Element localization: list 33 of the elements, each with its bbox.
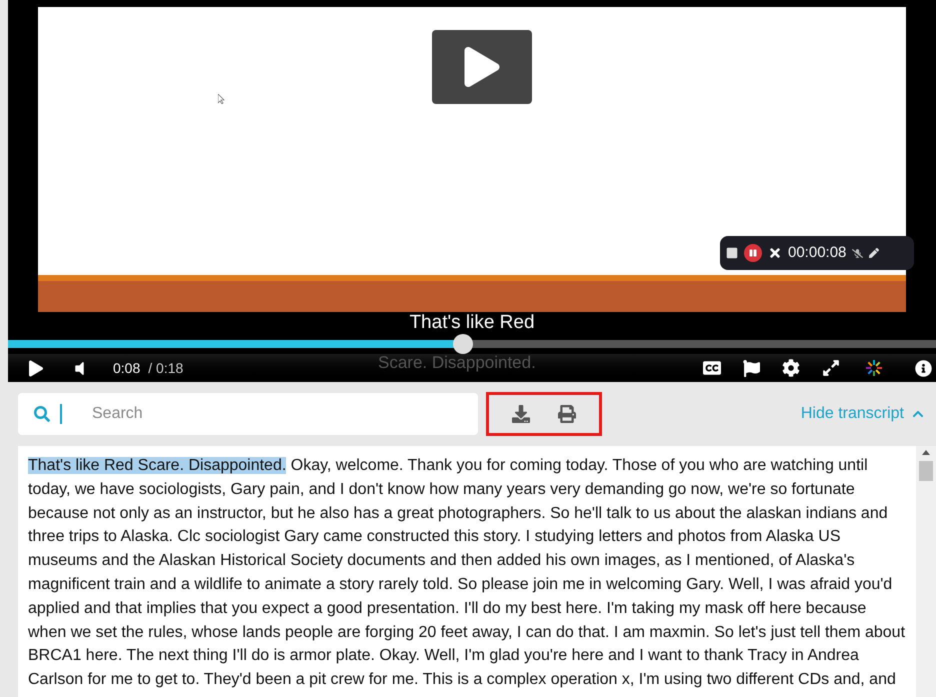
caption-line: That's like Red — [409, 312, 535, 334]
recorder-time: 00:00:08 — [788, 242, 846, 263]
scrollbar-thumb[interactable] — [919, 461, 933, 481]
progress-thumb[interactable] — [452, 334, 473, 354]
pause-button[interactable] — [744, 244, 762, 262]
print-icon[interactable] — [558, 405, 576, 423]
volume-icon[interactable] — [74, 360, 85, 376]
close-icon — [768, 246, 782, 260]
progress-track[interactable] — [8, 334, 936, 354]
hide-transcript-link[interactable]: Hide transcript — [800, 402, 904, 426]
play-button[interactable] — [432, 30, 532, 104]
flag-icon[interactable] — [743, 360, 760, 376]
search-input[interactable]: Search — [92, 402, 478, 426]
current-time: 0:08 — [113, 358, 140, 378]
microphone-off-icon — [852, 248, 864, 258]
play-icon — [464, 47, 500, 87]
info-icon[interactable] — [915, 360, 932, 376]
scroll-up-icon[interactable] — [922, 450, 930, 455]
starburst-icon[interactable] — [865, 359, 883, 377]
settings-icon[interactable] — [782, 359, 800, 377]
fullscreen-icon[interactable] — [822, 359, 840, 377]
pen-icon — [869, 248, 880, 258]
stop-icon — [726, 247, 738, 259]
captions-icon[interactable] — [703, 359, 721, 377]
cursor-icon — [218, 94, 225, 104]
search-icon — [34, 406, 50, 422]
pause-icon — [749, 249, 757, 257]
caption-line: Scare. Disappointed. — [378, 354, 536, 372]
duration: / 0:18 — [148, 358, 184, 378]
play-icon[interactable] — [29, 360, 43, 376]
search-field[interactable]: Search — [18, 393, 478, 435]
transcript-text: That's like Red Scare. Disappointed. Okay, welcome. Thank you for coming today. Those of you who are watching until today, we have sociologists, Gary pain, and I don't know how many years very demanding go now, we're so fortunate because not only as an instructor, but he also has a great photographers. So he'll talk to us about the alaskan indians and three trips to Alaska. Clc sociologist Gary came constructed this story. I studying letters and photos from Alaska US museums and the Alaskan Historical Society documents and then added his own images, as I mentioned, of Alaska's magnificent train and a wildlife to animate a story rarely told. So please join me in welcoming Gary. Well, I was afraid you'd applied and that implies that you expect a good presentation. I'll do my best here. I'm taking my mask off here because when we set the rules, whose lands people are forging 20 feet away, I can do that. I am maxmin. So let's just tell them about BRCA1 here. The next thing I'll do is armor plate. Okay. Well, I'm glad you're here and I want to thank Tracy in Andrea Carlson for me to get to. They'd been a pit crew for me. This is a complex operation x, I'm using two different CDs and, and — [28, 456, 906, 690]
download-icon[interactable] — [512, 405, 530, 423]
